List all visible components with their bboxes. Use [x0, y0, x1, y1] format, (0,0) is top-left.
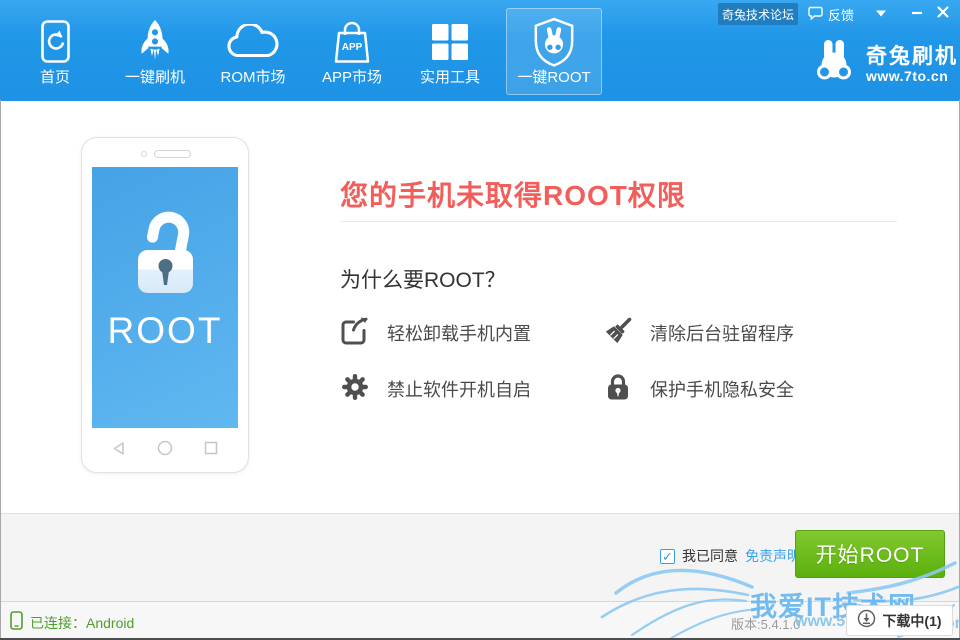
header-bar: 奇兔技术论坛 反馈	[0, 0, 960, 101]
gear-icon	[340, 372, 370, 407]
shield-rabbit-icon	[532, 18, 576, 65]
rabbit-logo-icon	[812, 39, 856, 89]
phone-screen: ROOT	[92, 167, 238, 428]
start-root-button[interactable]: 开始ROOT	[795, 530, 945, 578]
close-button[interactable]	[930, 3, 956, 25]
home-phone-refresh-icon	[40, 18, 71, 65]
tab-label: 首页	[40, 66, 70, 87]
brand-logo: 奇兔刷机 www.7to.cn	[812, 39, 958, 89]
tab-label: APP市场	[322, 66, 382, 87]
tab-label: ROM市场	[221, 66, 286, 87]
phone-camera-dot	[141, 151, 147, 157]
grid-icon	[431, 18, 469, 65]
page-title: 您的手机未取得ROOT权限	[340, 174, 686, 214]
disclaimer-link[interactable]: 免责声明	[745, 546, 801, 566]
tab-home[interactable]: 首页	[7, 8, 103, 95]
rocket-icon	[136, 18, 174, 65]
connected-phone-icon	[10, 611, 23, 635]
phone-speaker	[154, 150, 191, 158]
tab-tools[interactable]: 实用工具	[402, 8, 498, 95]
agree-row: ✓ 我已同意 免责声明	[660, 546, 801, 566]
agree-checkbox[interactable]: ✓	[660, 549, 675, 564]
feedback-button[interactable]: 反馈	[808, 3, 854, 25]
tab-rom-market[interactable]: ROM市场	[205, 8, 301, 95]
feedback-bubble-icon	[808, 6, 823, 23]
feature-privacy: 保护手机隐私安全	[603, 373, 794, 405]
feature-clean: 清除后台驻留程序	[603, 317, 794, 349]
unlocked-padlock-icon	[115, 201, 215, 306]
app-bag-icon: APP	[331, 18, 373, 65]
tab-label: 实用工具	[420, 66, 480, 87]
feature-label: 清除后台驻留程序	[650, 320, 794, 346]
feature-label: 轻松卸载手机内置	[387, 320, 531, 346]
svg-text:APP: APP	[342, 42, 363, 53]
lock-icon	[603, 372, 633, 407]
download-status-button[interactable]: 下载中(1)	[846, 605, 953, 636]
forum-button[interactable]: 奇兔技术论坛	[718, 3, 798, 25]
minimize-icon	[910, 5, 924, 24]
cloud-icon	[226, 18, 280, 65]
android-recents-icon	[204, 441, 218, 460]
feature-label: 保护手机隐私安全	[650, 376, 794, 402]
brand-name: 奇兔刷机	[866, 45, 958, 68]
screen-root-label: ROOT	[108, 310, 223, 352]
status-bar: 已连接：Android 版本:5.4.1.0 下载中(1)	[0, 601, 960, 640]
section-title: 为什么要ROOT？	[340, 264, 506, 294]
phone-illustration: ROOT	[81, 137, 249, 473]
minimize-button[interactable]	[904, 3, 930, 25]
feature-autostart: 禁止软件开机自启	[340, 373, 531, 405]
connection-status: 已连接：Android	[30, 613, 134, 633]
phone-nav-buttons	[112, 440, 218, 461]
version-label: 版本:5.4.1.0	[731, 614, 800, 633]
uninstall-box-icon	[340, 316, 370, 351]
tab-label: 一键刷机	[125, 66, 185, 87]
tab-root[interactable]: 一键ROOT	[506, 8, 602, 95]
download-icon	[857, 609, 876, 633]
feedback-label: 反馈	[828, 5, 854, 24]
app-window: 奇兔技术论坛 反馈	[0, 0, 960, 640]
android-back-icon	[112, 441, 125, 461]
dropdown-button[interactable]	[868, 3, 894, 25]
tab-app-market[interactable]: APP APP市场	[304, 8, 400, 95]
window-border-left	[0, 100, 1, 640]
feature-uninstall: 轻松卸载手机内置	[340, 317, 531, 349]
broom-icon	[603, 316, 633, 351]
brand-url: www.7to.cn	[866, 68, 958, 84]
feature-label: 禁止软件开机自启	[387, 376, 531, 402]
chevron-down-icon	[874, 5, 888, 23]
tab-flash[interactable]: 一键刷机	[107, 8, 203, 95]
download-label: 下载中(1)	[882, 611, 941, 631]
agree-label: 我已同意	[682, 546, 738, 566]
tab-label: 一键ROOT	[517, 66, 590, 87]
android-home-icon	[157, 440, 173, 461]
close-icon	[936, 5, 950, 24]
divider	[340, 221, 897, 222]
